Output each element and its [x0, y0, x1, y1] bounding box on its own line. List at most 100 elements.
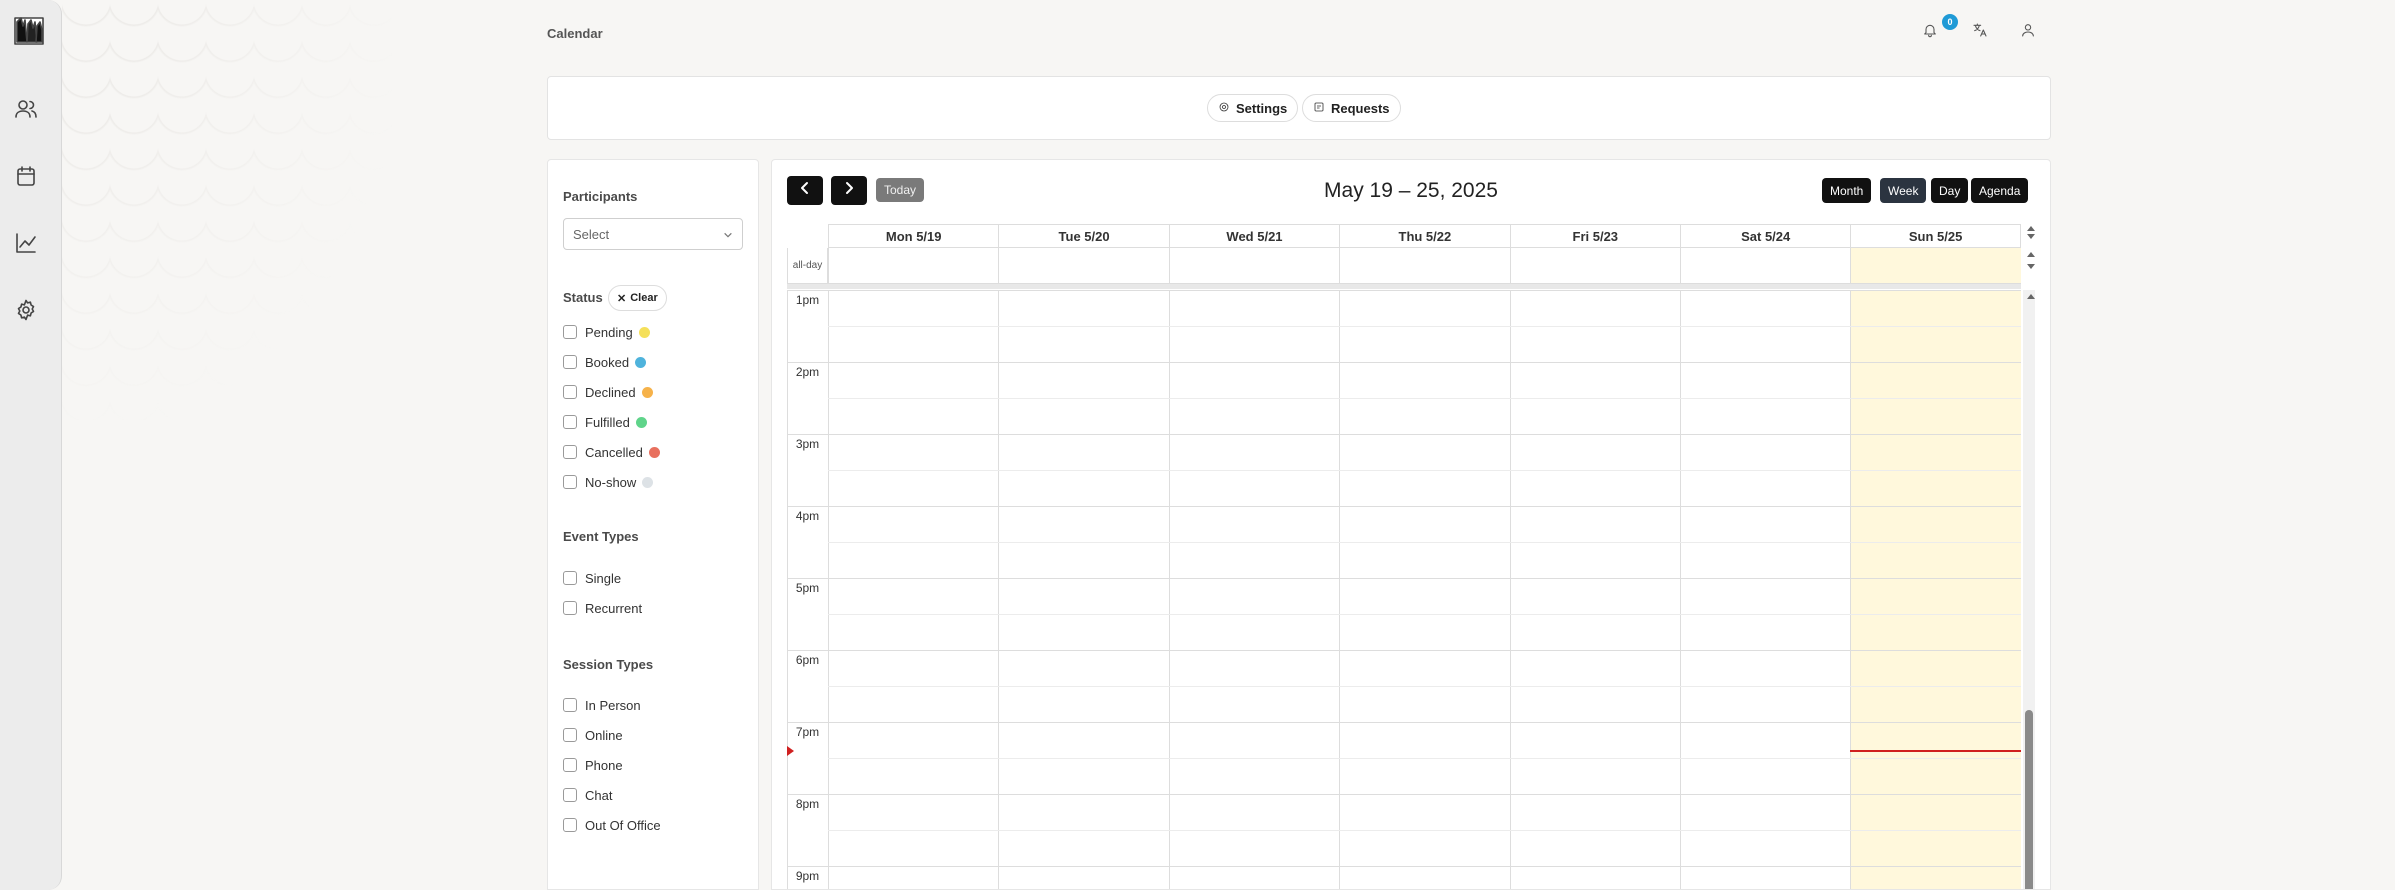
- day-column[interactable]: [1339, 290, 1509, 889]
- nav-calendar[interactable]: [13, 165, 39, 191]
- session-type-option-4[interactable]: Out Of Office: [563, 816, 661, 834]
- day-column[interactable]: [998, 290, 1168, 889]
- all-day-cell[interactable]: [998, 248, 1169, 284]
- hour-line: [787, 506, 2021, 507]
- session-type-option-1[interactable]: Online: [563, 726, 623, 744]
- day-column[interactable]: [1168, 290, 1339, 889]
- scroll-down-arrow[interactable]: [2027, 264, 2035, 269]
- event-type-option-1[interactable]: Recurrent: [563, 599, 642, 617]
- status-option-label: Pending: [585, 324, 633, 340]
- user-icon: [2020, 24, 2036, 42]
- status-option-checkbox[interactable]: [563, 415, 577, 429]
- session-type-option-0[interactable]: In Person: [563, 696, 641, 714]
- status-option-2[interactable]: Declined: [563, 383, 653, 401]
- hour-label: 2pm: [795, 365, 820, 379]
- decorative-pattern: [62, 0, 392, 420]
- half-hour-line: [828, 686, 2021, 687]
- session-type-option-label: Phone: [585, 757, 623, 773]
- status-option-checkbox[interactable]: [563, 385, 577, 399]
- day-column[interactable]: [1680, 290, 1850, 889]
- filters-sidebar: Participants Select Status ✕ Clear Pendi…: [547, 159, 759, 890]
- day-column[interactable]: [828, 290, 998, 889]
- language-button[interactable]: [1972, 22, 1988, 43]
- status-label: Status: [563, 290, 603, 305]
- settings-button[interactable]: Settings: [1207, 94, 1299, 122]
- scroll-up-arrow[interactable]: [2027, 252, 2035, 257]
- hour-line: [787, 434, 2021, 435]
- session-type-option-checkbox[interactable]: [563, 788, 577, 802]
- requests-label: Requests: [1331, 100, 1390, 116]
- event-type-option-0[interactable]: Single: [563, 569, 621, 587]
- event-type-option-label: Recurrent: [585, 600, 643, 616]
- hour-label: 4pm: [795, 509, 820, 523]
- close-icon: ✕: [617, 292, 627, 305]
- scroll-down-arrow[interactable]: [2027, 234, 2035, 239]
- event-type-option-checkbox[interactable]: [563, 571, 577, 585]
- scroll-up-arrow[interactable]: [2027, 226, 2035, 231]
- session-type-option-checkbox[interactable]: [563, 728, 577, 742]
- top-actions-panel: Settings Requests: [547, 76, 2051, 140]
- all-day-label: all-day: [787, 248, 828, 284]
- half-hour-line: [828, 398, 2021, 399]
- hour-label: 1pm: [795, 293, 820, 307]
- view-day-button[interactable]: Day: [1931, 178, 1969, 203]
- participants-placeholder: Select: [573, 226, 610, 242]
- session-type-option-label: In Person: [585, 697, 641, 713]
- view-month-button[interactable]: Month: [1822, 178, 1872, 203]
- session-type-option-checkbox[interactable]: [563, 758, 577, 772]
- scrollbar-thumb[interactable]: [2025, 710, 2033, 889]
- chart-icon: [14, 231, 38, 260]
- status-option-checkbox[interactable]: [563, 445, 577, 459]
- participants-select[interactable]: Select: [563, 218, 743, 250]
- hour-label: 9pm: [795, 869, 820, 883]
- current-time-marker: [787, 745, 794, 756]
- day-header: Wed 5/21: [1168, 224, 1340, 248]
- status-option-checkbox[interactable]: [563, 475, 577, 489]
- hour-line: [787, 362, 2021, 363]
- status-option-color-dot: [641, 386, 653, 398]
- all-day-cell[interactable]: [1680, 248, 1851, 284]
- session-type-option-checkbox[interactable]: [563, 698, 577, 712]
- time-grid-scrollbar[interactable]: [2023, 290, 2035, 889]
- half-hour-line: [828, 326, 2021, 327]
- requests-button[interactable]: Requests: [1302, 94, 1401, 122]
- notifications-button[interactable]: [1922, 22, 1938, 43]
- status-option-4[interactable]: Cancelled: [563, 443, 660, 461]
- session-type-option-2[interactable]: Phone: [563, 756, 623, 774]
- account-button[interactable]: [2020, 22, 2036, 43]
- status-option-5[interactable]: No-show: [563, 473, 654, 491]
- status-option-1[interactable]: Booked: [563, 353, 647, 371]
- bell-icon: [1922, 24, 1938, 42]
- translate-icon: [1972, 23, 1988, 42]
- nav-settings[interactable]: [13, 299, 39, 325]
- view-week-button[interactable]: Week: [1880, 178, 1927, 203]
- clear-status-button[interactable]: ✕ Clear: [608, 285, 667, 311]
- session-type-option-3[interactable]: Chat: [563, 786, 612, 804]
- status-option-3[interactable]: Fulfilled: [563, 413, 647, 431]
- all-day-cell[interactable]: [1168, 248, 1340, 284]
- users-icon: [14, 97, 38, 126]
- nav-users[interactable]: [13, 98, 39, 124]
- nav-analytics[interactable]: [13, 232, 39, 258]
- view-agenda-button[interactable]: Agenda: [1971, 178, 2029, 203]
- all-day-cell[interactable]: [1850, 248, 2021, 284]
- all-day-cell[interactable]: [1339, 248, 1510, 284]
- notification-badge: 0: [1942, 14, 1958, 30]
- app-logo[interactable]: [13, 12, 45, 48]
- session-type-option-checkbox[interactable]: [563, 818, 577, 832]
- all-day-cell[interactable]: [828, 248, 999, 284]
- event-type-option-checkbox[interactable]: [563, 601, 577, 615]
- settings-label: Settings: [1236, 100, 1288, 116]
- day-column[interactable]: [1850, 290, 2021, 889]
- status-option-color-dot: [642, 476, 654, 488]
- left-nav-rail: [0, 0, 62, 890]
- day-column[interactable]: [1509, 290, 1680, 889]
- session-type-option-label: Chat: [585, 787, 613, 803]
- scroll-up-arrow[interactable]: [2027, 294, 2035, 299]
- status-option-checkbox[interactable]: [563, 355, 577, 369]
- status-option-0[interactable]: Pending: [563, 323, 650, 341]
- status-option-checkbox[interactable]: [563, 325, 577, 339]
- hour-label: 3pm: [795, 437, 820, 451]
- all-day-cell[interactable]: [1509, 248, 1680, 284]
- event-types-label: Event Types: [563, 529, 639, 544]
